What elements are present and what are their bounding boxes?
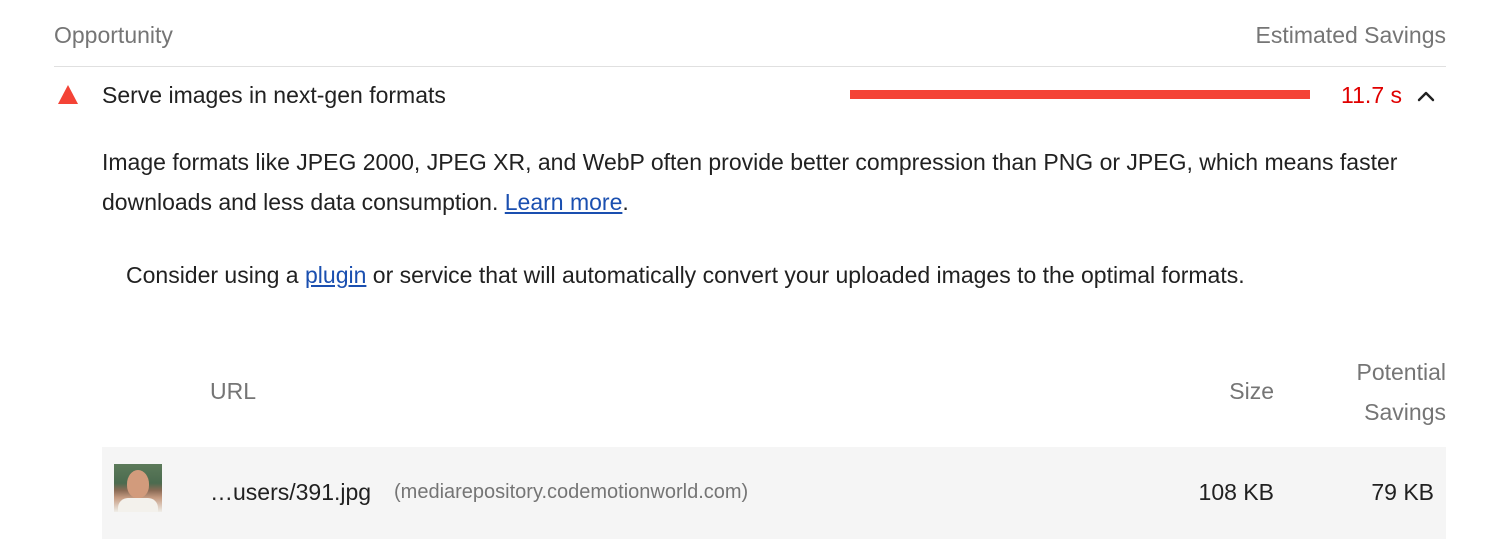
url-column-header: URL	[210, 378, 257, 404]
savings-value: 11.7 s	[1341, 82, 1402, 108]
stack-pack-advice: Consider using a plugin or service that …	[126, 255, 1426, 295]
size-column-header: Size	[1229, 378, 1274, 404]
audit-title: Serve images in next-gen formats	[102, 82, 446, 108]
audit-group-header: Opportunity Estimated Savings	[54, 22, 1446, 67]
savings-bar	[850, 90, 1310, 99]
potential-savings-column-header: Potential Savings	[1306, 352, 1446, 432]
fail-triangle-icon	[58, 85, 78, 104]
estimated-savings-column-label: Estimated Savings	[1255, 22, 1446, 48]
learn-more-link[interactable]: Learn more	[505, 189, 623, 215]
audit-description: Image formats like JPEG 2000, JPEG XR, a…	[102, 142, 1432, 222]
savings-bar-fill	[850, 90, 1310, 99]
resource-host: (mediarepository.codemotionworld.com)	[394, 481, 749, 503]
resource-savings: 79 KB	[1371, 479, 1434, 505]
stack-pack-suffix: or service that will automatically conve…	[372, 262, 1245, 288]
table-row: …users/391.jpg (mediarepository.codemoti…	[102, 447, 1446, 539]
resource-url[interactable]: …users/391.jpg	[210, 479, 371, 506]
potential-savings-header-line1: Potential	[1356, 359, 1446, 385]
plugin-link[interactable]: plugin	[305, 262, 366, 288]
resource-size: 108 KB	[1198, 479, 1274, 505]
opportunity-column-label: Opportunity	[54, 22, 173, 48]
chevron-up-icon[interactable]	[1412, 82, 1440, 110]
audit-summary-row[interactable]: Serve images in next-gen formats 11.7 s	[54, 78, 1446, 114]
description-trailing: .	[622, 189, 629, 215]
potential-savings-header-line2: Savings	[1364, 399, 1446, 425]
stack-pack-prefix: Consider using a	[126, 262, 299, 288]
description-text: Image formats like JPEG 2000, JPEG XR, a…	[102, 149, 1398, 215]
user-photo-thumbnail	[114, 464, 162, 512]
